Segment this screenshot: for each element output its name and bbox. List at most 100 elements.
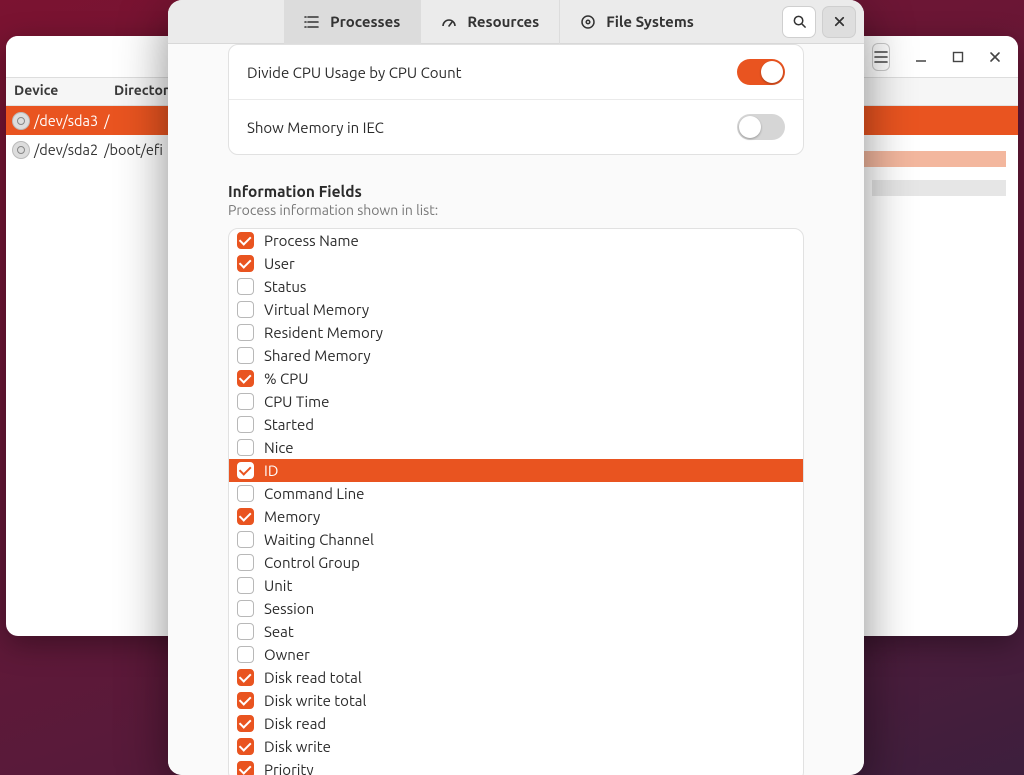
info-field-row[interactable]: Waiting Channel [229, 528, 803, 551]
info-field-row[interactable]: Disk read total [229, 666, 803, 689]
close-button[interactable] [988, 48, 1002, 66]
dialog-body[interactable]: Divide CPU Usage by CPU Count Show Memor… [168, 44, 864, 775]
checkbox[interactable] [237, 416, 254, 433]
toggle-memory-iec[interactable] [737, 114, 785, 140]
checkbox[interactable] [237, 370, 254, 387]
field-label: CPU Time [264, 393, 329, 410]
disk-icon [12, 141, 30, 159]
checkbox[interactable] [237, 623, 254, 640]
field-label: Started [264, 416, 314, 433]
maximize-button[interactable] [952, 48, 964, 66]
info-field-row[interactable]: Shared Memory [229, 344, 803, 367]
info-field-row[interactable]: User [229, 252, 803, 275]
field-label: Unit [264, 577, 292, 594]
info-field-row[interactable]: % CPU [229, 367, 803, 390]
tab-processes[interactable]: Processes [284, 0, 421, 44]
gauge-icon [441, 14, 457, 30]
field-label: Disk write total [264, 692, 366, 709]
tab-switcher: Processes Resources File Systems [284, 0, 714, 44]
checkbox[interactable] [237, 301, 254, 318]
field-label: % CPU [264, 370, 308, 387]
field-label: Process Name [264, 232, 359, 249]
info-field-row[interactable]: ID [229, 459, 803, 482]
field-label: Priority [264, 761, 314, 775]
checkbox[interactable] [237, 761, 254, 775]
info-field-row[interactable]: Resident Memory [229, 321, 803, 344]
dialog-headerbar: Processes Resources File Systems [168, 0, 864, 44]
info-field-row[interactable]: Command Line [229, 482, 803, 505]
checkbox[interactable] [237, 554, 254, 571]
checkbox[interactable] [237, 232, 254, 249]
section-subtitle: Process information shown in list: [228, 202, 804, 218]
behaviour-settings: Divide CPU Usage by CPU Count Show Memor… [228, 44, 804, 155]
tab-filesystems[interactable]: File Systems [560, 0, 714, 44]
field-label: Control Group [264, 554, 360, 571]
info-field-row[interactable]: Disk write total [229, 689, 803, 712]
section-title: Information Fields [228, 183, 804, 200]
field-label: Seat [264, 623, 294, 640]
mount-cell: /boot/efi [104, 141, 163, 158]
checkbox[interactable] [237, 531, 254, 548]
checkbox[interactable] [237, 485, 254, 502]
dialog-close-button[interactable] [822, 6, 856, 38]
field-label: Disk write [264, 738, 331, 755]
info-field-row[interactable]: Nice [229, 436, 803, 459]
field-label: Waiting Channel [264, 531, 374, 548]
info-field-row[interactable]: Owner [229, 643, 803, 666]
information-fields-list: Process Name User Status Virtual Memory Resi… [228, 228, 804, 775]
tab-label: File Systems [606, 13, 694, 30]
disk-icon [12, 112, 30, 130]
info-field-row[interactable]: Unit [229, 574, 803, 597]
checkbox[interactable] [237, 278, 254, 295]
field-label: ID [264, 462, 278, 479]
checkbox[interactable] [237, 646, 254, 663]
info-field-row[interactable]: Process Name [229, 229, 803, 252]
preferences-dialog: Processes Resources File Systems Divide … [168, 0, 864, 775]
info-field-row[interactable]: Seat [229, 620, 803, 643]
info-field-row[interactable]: Memory [229, 505, 803, 528]
minimize-button[interactable] [914, 48, 928, 66]
checkbox[interactable] [237, 439, 254, 456]
setting-divide-cpu: Divide CPU Usage by CPU Count [229, 45, 803, 100]
field-label: Resident Memory [264, 324, 383, 341]
checkbox[interactable] [237, 715, 254, 732]
checkbox[interactable] [237, 347, 254, 364]
toggle-divide-cpu[interactable] [737, 59, 785, 85]
list-icon [304, 14, 320, 30]
field-label: User [264, 255, 295, 272]
search-button[interactable] [782, 6, 816, 38]
info-field-row[interactable]: Disk read [229, 712, 803, 735]
close-icon [832, 14, 847, 29]
setting-label: Show Memory in IEC [247, 119, 384, 136]
info-field-row[interactable]: Priority [229, 758, 803, 775]
checkbox[interactable] [237, 692, 254, 709]
usage-bar [872, 180, 1006, 196]
info-field-row[interactable]: Disk write [229, 735, 803, 758]
info-field-row[interactable]: Session [229, 597, 803, 620]
info-field-row[interactable]: Control Group [229, 551, 803, 574]
checkbox[interactable] [237, 669, 254, 686]
checkbox[interactable] [237, 600, 254, 617]
tab-label: Resources [467, 13, 539, 30]
setting-memory-iec: Show Memory in IEC [229, 100, 803, 154]
info-field-row[interactable]: Status [229, 275, 803, 298]
field-label: Virtual Memory [264, 301, 369, 318]
tab-label: Processes [330, 13, 400, 30]
checkbox[interactable] [237, 508, 254, 525]
field-label: Status [264, 278, 306, 295]
checkbox[interactable] [237, 462, 254, 479]
checkbox[interactable] [237, 393, 254, 410]
disk-icon [580, 14, 596, 30]
checkbox[interactable] [237, 738, 254, 755]
info-field-row[interactable]: Started [229, 413, 803, 436]
device-cell: /dev/sda3 [34, 112, 98, 129]
checkbox[interactable] [237, 577, 254, 594]
info-field-row[interactable]: Virtual Memory [229, 298, 803, 321]
setting-label: Divide CPU Usage by CPU Count [247, 64, 462, 81]
info-field-row[interactable]: CPU Time [229, 390, 803, 413]
col-device[interactable]: Device [6, 78, 106, 105]
checkbox[interactable] [237, 324, 254, 341]
checkbox[interactable] [237, 255, 254, 272]
hamburger-menu-button[interactable] [872, 43, 890, 71]
tab-resources[interactable]: Resources [421, 0, 560, 44]
